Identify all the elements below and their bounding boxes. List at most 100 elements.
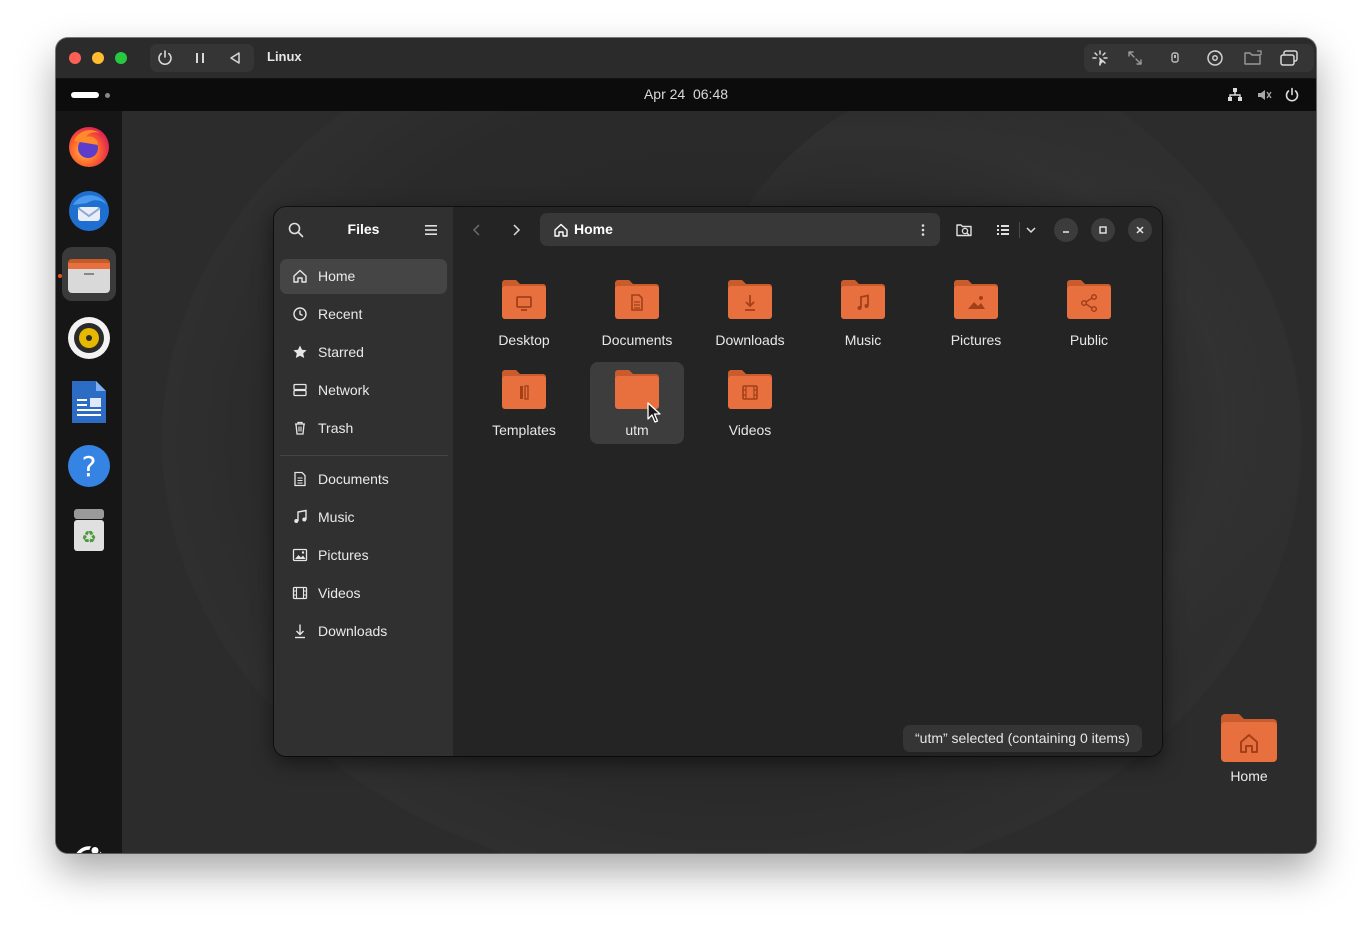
dock-files[interactable] — [62, 247, 116, 301]
sidebar-item-label: Starred — [318, 344, 364, 360]
list-view-icon — [997, 225, 1009, 235]
sidebar-item-home[interactable]: Home — [280, 259, 447, 294]
files-sidebar: Files Home Recent Starred Network Trash … — [274, 207, 453, 756]
dock: ? ♻ — [56, 111, 122, 853]
folder-item-documents[interactable]: Documents — [590, 272, 684, 354]
sidebar-item-label: Recent — [318, 306, 363, 322]
sidebar-item-recent[interactable]: Recent — [280, 297, 447, 332]
star-icon — [293, 345, 307, 358]
download-icon — [295, 624, 305, 639]
minimize-window-button[interactable] — [92, 52, 104, 64]
vm-titlebar: Linux — [56, 38, 1316, 79]
folder-label: Desktop — [498, 332, 550, 348]
folder-icon — [502, 370, 546, 409]
folder-item-music[interactable]: Music — [816, 272, 910, 354]
firefox-icon — [69, 127, 109, 167]
folder-label: Pictures — [950, 332, 1002, 348]
dock-rhythmbox[interactable] — [62, 311, 116, 365]
system-power-icon[interactable] — [1284, 87, 1300, 107]
power-icon[interactable] — [151, 44, 179, 72]
mouse-cursor-icon — [647, 402, 661, 423]
svg-text:♻: ♻ — [81, 528, 96, 548]
folder-icon — [728, 280, 772, 319]
sidebar-item-music[interactable]: Music — [280, 500, 447, 535]
more-vertical-icon[interactable] — [916, 222, 930, 238]
folder-icon — [1067, 280, 1111, 319]
folder-icon — [841, 280, 885, 319]
sidebar-item-documents[interactable]: Documents — [280, 462, 447, 497]
picture-icon — [292, 548, 308, 562]
sidebar-item-label: Network — [318, 382, 370, 398]
sidebar-item-pictures[interactable]: Pictures — [280, 538, 447, 573]
sidebar-item-label: Trash — [318, 420, 354, 436]
minimize-icon — [1063, 231, 1069, 233]
running-indicator — [58, 274, 62, 278]
rhythmbox-icon — [68, 317, 110, 359]
forward-button[interactable] — [503, 217, 529, 243]
network-wired-icon[interactable] — [1227, 87, 1243, 107]
minimize-button[interactable] — [1054, 218, 1078, 242]
folder-item-templates[interactable]: Templates — [477, 362, 571, 444]
path-bar[interactable]: Home — [540, 213, 940, 246]
desktop-home-icon[interactable]: Home — [1207, 710, 1291, 788]
libreoffice-writer-icon — [72, 381, 106, 423]
folder-label: Downloads — [715, 332, 785, 348]
sidebar-item-downloads[interactable]: Downloads — [280, 614, 447, 649]
folder-item-desktop[interactable]: Desktop — [477, 272, 571, 354]
resize-icon[interactable] — [1121, 44, 1149, 72]
svg-text:?: ? — [82, 450, 97, 483]
shared-folder-icon[interactable] — [1239, 44, 1267, 72]
folder-icon — [728, 370, 772, 409]
close-button[interactable] — [1128, 218, 1152, 242]
chevron-right-icon — [513, 224, 521, 236]
sidebar-item-videos[interactable]: Videos — [280, 576, 447, 611]
folder-item-public[interactable]: Public — [1042, 272, 1136, 354]
hamburger-menu-icon[interactable] — [424, 222, 438, 241]
thunderbird-icon — [69, 191, 109, 231]
video-icon — [292, 586, 308, 600]
back-triangle-icon[interactable] — [221, 44, 249, 72]
sidebar-item-label: Downloads — [318, 623, 388, 639]
ubuntu-logo-icon — [76, 845, 102, 853]
folder-item-downloads[interactable]: Downloads — [703, 272, 797, 354]
zoom-window-button[interactable] — [115, 52, 127, 64]
network-icon — [293, 383, 307, 397]
folder-search-icon — [956, 224, 972, 237]
sidebar-item-network[interactable]: Network — [280, 373, 447, 408]
close-window-button[interactable] — [69, 52, 81, 64]
sidebar-item-starred[interactable]: Starred — [280, 335, 447, 370]
chevron-left-icon — [472, 224, 480, 236]
folder-item-videos[interactable]: Videos — [703, 362, 797, 444]
view-dropdown-button[interactable] — [1018, 217, 1044, 243]
maximize-button[interactable] — [1091, 218, 1115, 242]
folder-item-pictures[interactable]: Pictures — [929, 272, 1023, 354]
dock-firefox[interactable] — [62, 119, 116, 173]
search-in-folder-button[interactable] — [951, 217, 977, 243]
dock-writer[interactable] — [62, 375, 116, 429]
pause-icon[interactable] — [186, 44, 214, 72]
usb-icon[interactable] — [1161, 44, 1189, 72]
show-apps-button[interactable] — [69, 841, 109, 853]
folder-label: Templates — [492, 422, 556, 438]
sidebar-item-trash[interactable]: Trash — [280, 411, 447, 446]
clock[interactable]: Apr 24 06:48 — [56, 86, 1316, 102]
windows-icon[interactable] — [1275, 44, 1303, 72]
dock-help[interactable]: ? — [62, 439, 116, 493]
folder-label: utm — [625, 422, 649, 438]
dock-thunderbird[interactable] — [62, 183, 116, 237]
folder-label: Documents — [601, 332, 673, 348]
folder-item-utm[interactable]: utm — [590, 362, 684, 444]
dock-trash[interactable]: ♻ — [62, 503, 116, 557]
back-button[interactable] — [464, 217, 490, 243]
sidebar-item-label: Documents — [318, 471, 389, 487]
clock-date: Apr 24 — [643, 86, 686, 102]
volume-muted-icon[interactable] — [1256, 87, 1272, 107]
help-icon: ? — [68, 445, 110, 487]
document-icon — [294, 471, 306, 487]
disk-icon[interactable] — [1201, 44, 1229, 72]
view-options-button[interactable] — [990, 217, 1016, 243]
vm-title: Linux — [267, 49, 302, 64]
sidebar-separator — [280, 455, 448, 456]
maximize-icon — [1099, 226, 1107, 234]
capture-input-icon[interactable] — [1086, 44, 1114, 72]
